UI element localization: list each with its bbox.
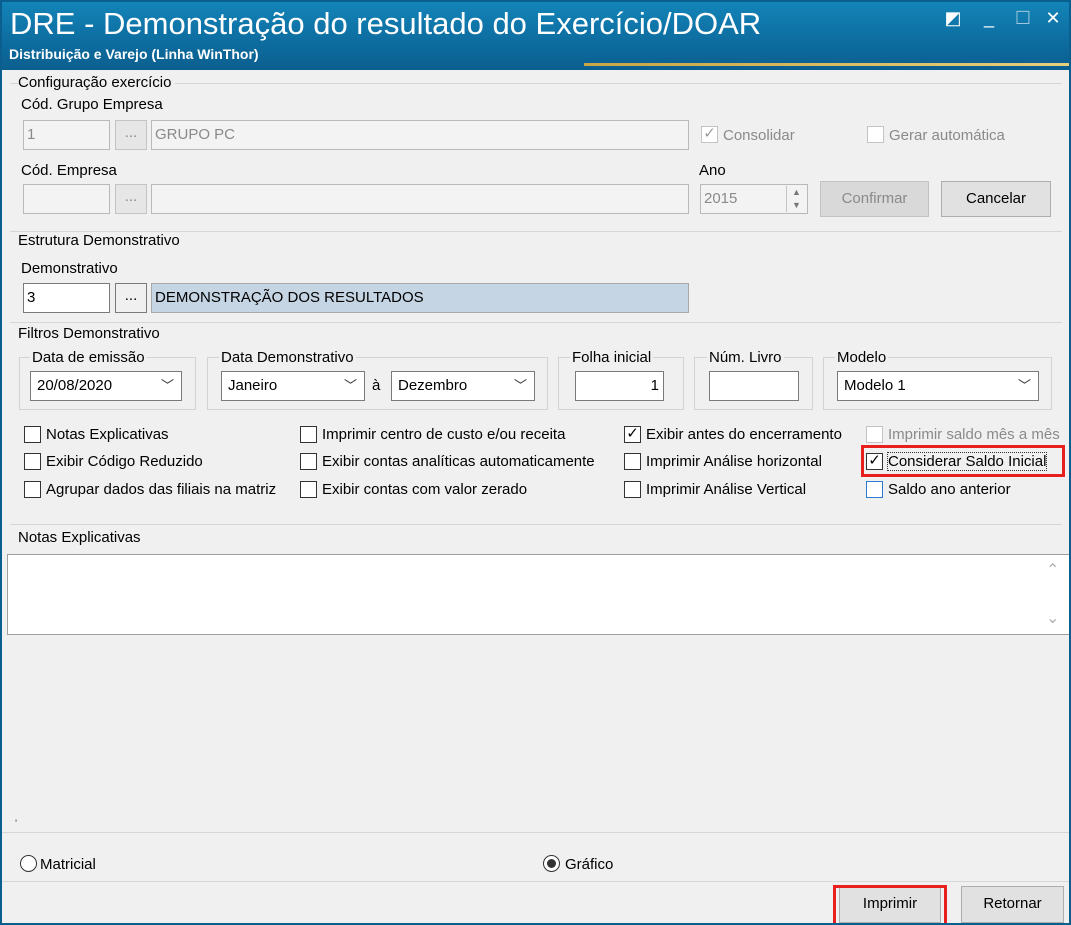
chevron-down-icon: ﹀ [160,378,174,393]
minimize-icon[interactable]: _ [978,8,1000,28]
confirmar-button[interactable]: Confirmar [820,181,929,217]
highlight-considerar-saldo [861,445,1065,477]
highlight-imprimir [833,885,947,923]
empresa-code-input[interactable] [23,184,110,214]
data-demonstrativo-label: Data Demonstrativo [219,349,356,366]
data-emissao-value: 20/08/2020 [37,377,113,394]
mes-inicio-value: Janeiro [228,377,278,394]
date-range-separator: à [372,377,381,394]
analise-vertical-label: Imprimir Análise Vertical [646,481,807,498]
agrupar-filiais-label: Agrupar dados das filiais na matriz [46,481,277,498]
num-livro-label: Núm. Livro [707,349,784,366]
data-emissao-picker[interactable]: 20/08/2020 ﹀ [30,371,182,401]
retornar-button[interactable]: Retornar [961,886,1064,923]
exibir-valor-zerado-checkbox[interactable] [300,481,317,498]
gerar-automatica-checkbox[interactable] [867,126,884,143]
exibir-contas-analiticas-checkbox[interactable] [300,453,317,470]
matricial-radio[interactable] [20,855,37,872]
notas-group-line [10,524,1062,525]
empresa-label: Cód. Empresa [21,162,117,179]
saldo-ano-anterior-label: Saldo ano anterior [888,481,1011,498]
demonstrativo-lookup-button[interactable]: ... [115,283,147,313]
scroll-up-icon[interactable]: ⌃ [1046,560,1059,580]
notas-explicativas-checkbox[interactable] [24,426,41,443]
button-bar-divider [2,881,1069,882]
grupo-empresa-lookup-button[interactable]: ... [115,120,147,150]
analise-horizontal-checkbox[interactable] [624,453,641,470]
title-bar: DRE - Demonstração do resultado do Exerc… [2,2,1069,70]
folha-inicial-label: Folha inicial [570,349,654,366]
demonstrativo-code-input[interactable]: 3 [23,283,110,313]
empresa-lookup-button[interactable]: ... [115,184,147,214]
saldo-ano-anterior-checkbox[interactable] [866,481,883,498]
gerar-automatica-label: Gerar automática [889,127,1005,144]
config-legend: Configuração exercício [18,74,176,91]
analise-vertical-checkbox[interactable] [624,481,641,498]
exibir-codigo-reduzido-label: Exibir Código Reduzido [46,453,203,470]
title-accent-line [584,63,1069,66]
exibir-antes-encerramento-label: Exibir antes do encerramento [646,426,842,443]
filtros-legend: Filtros Demonstrativo [18,325,160,342]
consolidar-checkbox[interactable]: ✓ [701,126,718,143]
demonstrativo-label: Demonstrativo [21,260,118,277]
data-emissao-label: Data de emissão [30,349,147,366]
analise-horizontal-label: Imprimir Análise horizontal [646,453,822,470]
exibir-contas-analiticas-label: Exibir contas analíticas automaticamente [322,453,595,470]
bottom-divider [2,832,1069,833]
mes-fim-value: Dezembro [398,377,468,394]
cancelar-button[interactable]: Cancelar [941,181,1051,217]
notas-textarea[interactable] [7,554,1069,635]
bottom-marker: ' [15,818,18,830]
notas-legend: Notas Explicativas [18,529,141,546]
chevron-down-icon: ﹀ [513,378,527,393]
matricial-label: Matricial [40,856,96,873]
window-subtitle: Distribuição e Varejo (Linha WinThor) [9,46,259,62]
mes-fim-select[interactable]: Dezembro ﹀ [391,371,535,401]
close-icon[interactable]: ✕ [1042,8,1064,28]
chevron-down-icon: ﹀ [1017,378,1031,393]
grafico-label: Gráfico [565,856,614,873]
imprimir-centro-custo-checkbox[interactable] [300,426,317,443]
modelo-label: Modelo [835,349,889,366]
modelo-select[interactable]: Modelo 1 ﹀ [837,371,1039,401]
exibir-antes-encerramento-checkbox[interactable]: ✓ [624,426,641,443]
saldo-mes-a-mes-label: Imprimir saldo mês a mês [888,426,1060,443]
grupo-empresa-name-field: GRUPO PC [151,120,689,150]
restore-icon[interactable]: ◩ [942,8,964,28]
dre-window: DRE - Demonstração do resultado do Exerc… [0,0,1071,925]
agrupar-filiais-checkbox[interactable] [24,481,41,498]
modelo-value: Modelo 1 [844,377,906,394]
grupo-empresa-label: Cód. Grupo Empresa [21,96,163,113]
estrutura-legend: Estrutura Demonstrativo [18,232,180,249]
imprimir-centro-custo-label: Imprimir centro de custo e/ou receita [322,426,566,443]
num-livro-input[interactable] [709,371,799,401]
maximize-icon[interactable]: ☐ [1012,8,1034,28]
exibir-codigo-reduzido-checkbox[interactable] [24,453,41,470]
grafico-radio[interactable] [543,855,560,872]
filtros-group-line [10,322,1062,323]
ano-down-arrow-icon[interactable]: ▼ [786,199,806,212]
demonstrativo-name-field: DEMONSTRAÇÃO DOS RESULTADOS [151,283,689,313]
scroll-down-icon[interactable]: ⌄ [1046,608,1059,628]
grupo-empresa-code-input[interactable]: 1 [23,120,110,150]
empresa-name-field [151,184,689,214]
ano-up-arrow-icon[interactable]: ▲ [786,186,806,199]
chevron-down-icon: ﹀ [343,378,357,393]
ano-label: Ano [699,162,726,179]
folha-inicial-input[interactable]: 1 [575,371,664,401]
exibir-valor-zerado-label: Exibir contas com valor zerado [322,481,528,498]
saldo-mes-a-mes-checkbox[interactable] [866,426,883,443]
mes-inicio-select[interactable]: Janeiro ﹀ [221,371,365,401]
notas-explicativas-label: Notas Explicativas [46,426,169,443]
consolidar-label: Consolidar [723,127,795,144]
window-title: DRE - Demonstração do resultado do Exerc… [10,6,762,41]
